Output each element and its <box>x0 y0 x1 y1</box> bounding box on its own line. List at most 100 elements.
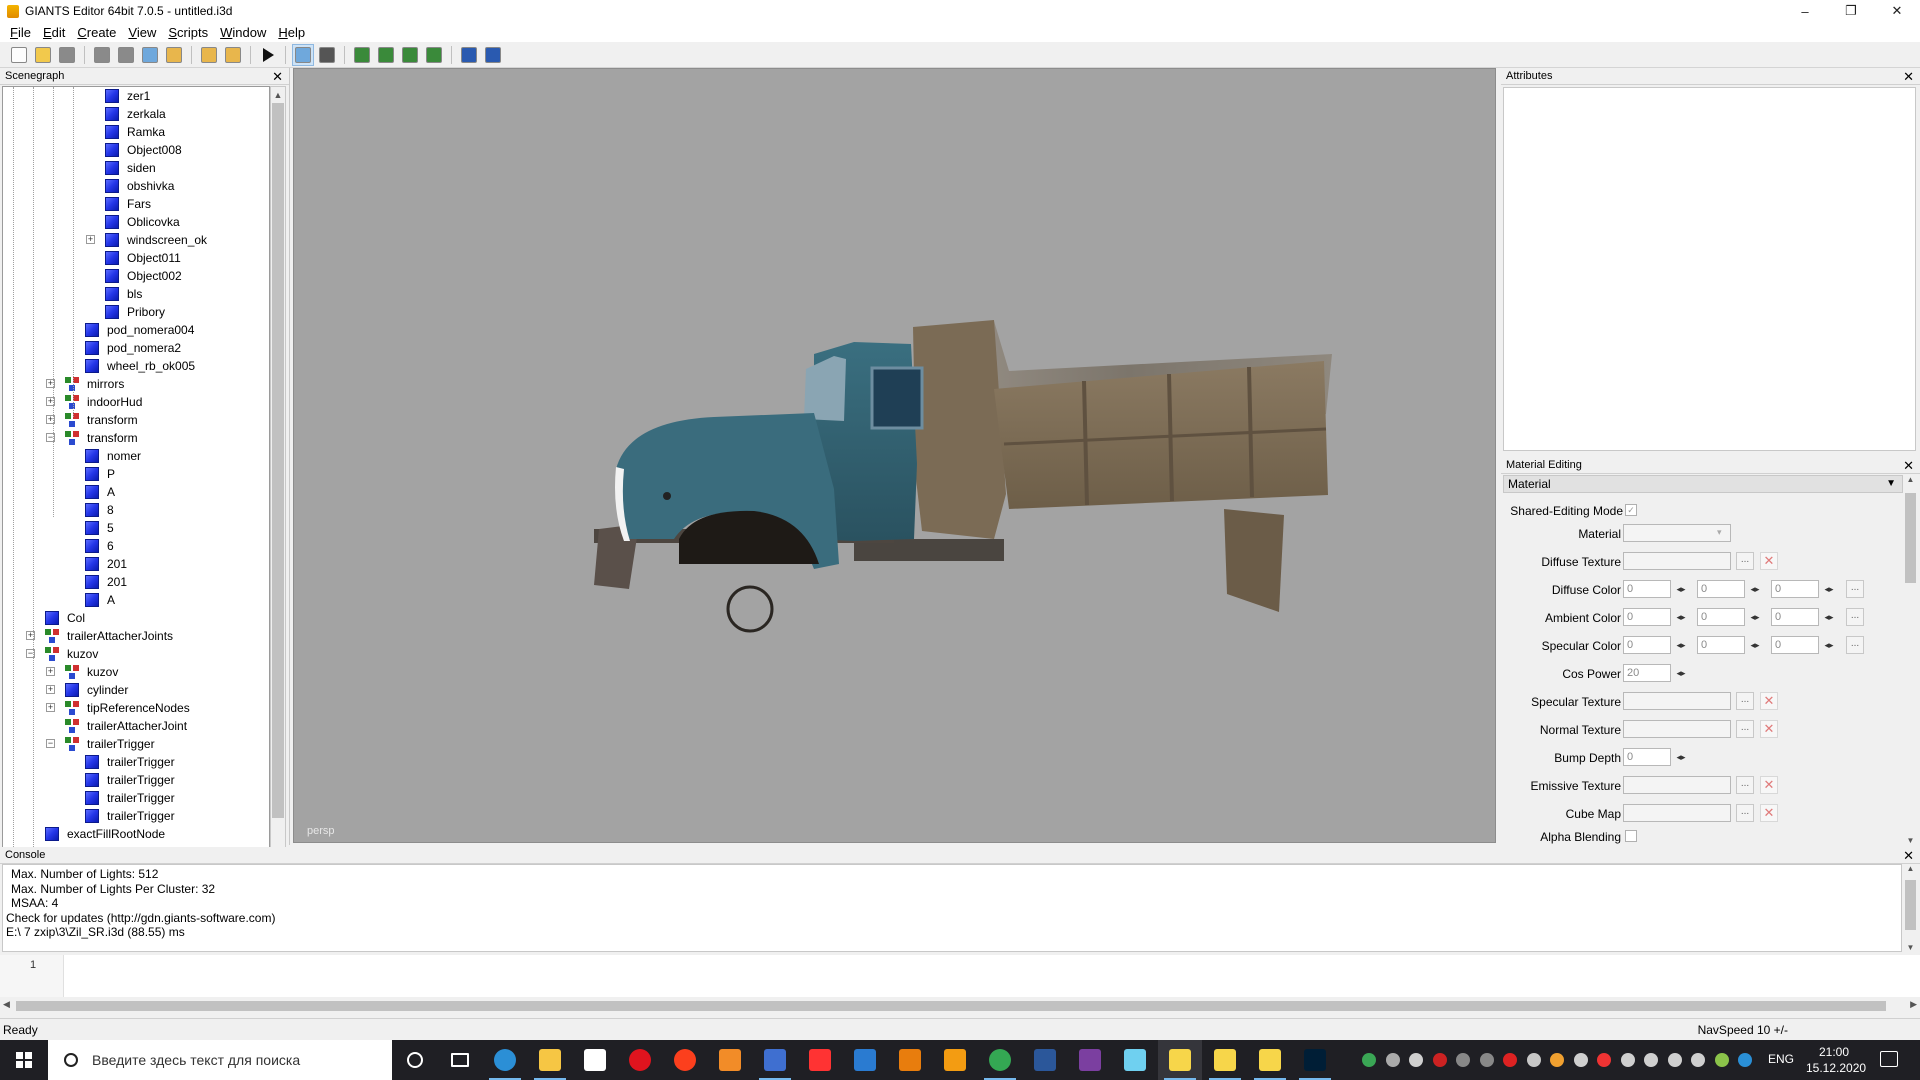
tree-node[interactable]: Oblicovka <box>105 213 180 231</box>
spin-arrows-icon[interactable]: ◂▸ <box>1673 748 1689 766</box>
tree-node[interactable]: A <box>85 591 115 609</box>
tree-node[interactable]: − trailerTrigger <box>46 735 155 753</box>
tree-node[interactable]: trailerTrigger <box>85 807 175 825</box>
taskbar-app-sticky-notes-3[interactable] <box>1248 1040 1292 1080</box>
taskbar-app-winrar[interactable] <box>1068 1040 1112 1080</box>
taskbar-app-sticky-notes-1[interactable] <box>1158 1040 1202 1080</box>
specular-texture-browse-button[interactable]: ... <box>1736 692 1754 710</box>
diffuse-color-channel-2[interactable]: 0 <box>1771 580 1819 598</box>
tree-node[interactable]: + tipReferenceNodes <box>46 699 190 717</box>
taskbar-app-task-view[interactable] <box>438 1040 482 1080</box>
maximize-button[interactable]: ❐ <box>1828 0 1874 22</box>
taskbar-app-cortana[interactable] <box>393 1040 437 1080</box>
scroll-down-icon[interactable]: ▼ <box>1903 943 1918 952</box>
normal-texture-field[interactable] <box>1623 720 1731 738</box>
tree-node[interactable]: pod_nomera004 <box>85 321 194 339</box>
taskbar-app-yandex[interactable] <box>663 1040 707 1080</box>
terrain-sculpt-button[interactable] <box>375 44 397 66</box>
tree-node[interactable]: obshivka <box>105 177 174 195</box>
tree-node[interactable]: wheel_rb_ok005 <box>85 357 195 375</box>
emissive-texture-remove-button[interactable]: ✕ <box>1760 776 1778 794</box>
close-window-button[interactable]: ✕ <box>1874 0 1920 22</box>
scroll-left-icon[interactable]: ◀ <box>3 999 10 1010</box>
tree-node[interactable]: A <box>85 483 115 501</box>
start-button[interactable] <box>0 1040 48 1080</box>
tree-node[interactable]: P <box>85 465 115 483</box>
tree-node[interactable]: Object008 <box>105 141 182 159</box>
menu-edit[interactable]: Edit <box>37 25 71 40</box>
tray-icon[interactable] <box>1573 1053 1588 1067</box>
collapse-icon[interactable]: − <box>46 739 55 748</box>
diffuse-color-channel-1[interactable]: 0 <box>1697 580 1745 598</box>
notification-icon[interactable] <box>1880 1051 1898 1067</box>
taskbar-app-floppy[interactable] <box>753 1040 797 1080</box>
scrollbar-thumb[interactable] <box>272 103 284 818</box>
tray-icon[interactable] <box>1503 1053 1517 1067</box>
save-file-button[interactable] <box>56 44 78 66</box>
spin-arrows-icon[interactable]: ◂▸ <box>1821 608 1837 626</box>
expand-icon[interactable]: + <box>46 685 55 694</box>
spin-arrows-icon[interactable]: ◂▸ <box>1673 636 1689 654</box>
spin-arrows-icon[interactable]: ◂▸ <box>1747 636 1763 654</box>
taskbar-app-chrome[interactable] <box>978 1040 1022 1080</box>
expand-icon[interactable]: + <box>86 235 95 244</box>
tree-node[interactable]: zer1 <box>105 87 150 105</box>
diffuse-texture-field[interactable] <box>1623 552 1731 570</box>
cube-map-browse-button[interactable]: ... <box>1736 804 1754 822</box>
tree-node[interactable]: trailerAttacherJoint <box>65 717 187 735</box>
ambient-color-channel-1[interactable]: 0 <box>1697 608 1745 626</box>
specular-texture-field[interactable] <box>1623 692 1731 710</box>
emissive-texture-browse-button[interactable]: ... <box>1736 776 1754 794</box>
open-file-button[interactable] <box>32 44 54 66</box>
scrollbar-thumb[interactable] <box>16 1001 1886 1011</box>
tree-node[interactable]: − transform <box>46 429 138 447</box>
minimize-button[interactable]: – <box>1782 0 1828 22</box>
spin-arrows-icon[interactable]: ◂▸ <box>1673 580 1689 598</box>
tray-icon[interactable] <box>1456 1053 1470 1067</box>
tree-node[interactable]: + cylinder <box>46 681 128 699</box>
tree-node[interactable]: + kuzov <box>46 663 118 681</box>
scroll-up-icon[interactable]: ▲ <box>1903 475 1918 484</box>
taskbar-app-media-player[interactable] <box>708 1040 752 1080</box>
plugins-button[interactable] <box>482 44 504 66</box>
expand-icon[interactable]: + <box>46 703 55 712</box>
tree-node[interactable]: − kuzov <box>26 645 98 663</box>
tree-node[interactable]: 5 <box>85 519 114 537</box>
specular-color-channel-2[interactable]: 0 <box>1771 636 1819 654</box>
scroll-up-icon[interactable]: ▲ <box>271 87 285 103</box>
3d-viewport[interactable]: persp <box>293 68 1496 843</box>
taskbar-search[interactable]: Введите здесь текст для поиска <box>48 1040 392 1080</box>
diffuse-texture-remove-button[interactable]: ✕ <box>1760 552 1778 570</box>
tree-node[interactable]: 8 <box>85 501 114 519</box>
tray-icon[interactable] <box>1550 1053 1564 1067</box>
console-input[interactable]: 1 <box>0 955 1920 997</box>
scrollbar-thumb[interactable] <box>1905 493 1916 583</box>
clock[interactable]: 21:00 15.12.2020 <box>1806 1044 1866 1076</box>
emissive-texture-field[interactable] <box>1623 776 1731 794</box>
tray-icon[interactable] <box>1691 1053 1705 1067</box>
spin-arrows-icon[interactable]: ◂▸ <box>1673 664 1689 682</box>
tree-node[interactable]: nomer <box>85 447 141 465</box>
diffuse-color-channel-0[interactable]: 0 <box>1623 580 1671 598</box>
taskbar-app-store[interactable] <box>573 1040 617 1080</box>
tree-node[interactable]: trailerTrigger <box>85 789 175 807</box>
tree-node[interactable]: 201 <box>85 555 127 573</box>
tree-node[interactable]: Object011 <box>105 249 181 267</box>
taskbar-app-opera[interactable] <box>618 1040 662 1080</box>
specular-texture-remove-button[interactable]: ✕ <box>1760 692 1778 710</box>
menu-window[interactable]: Window <box>214 25 272 40</box>
tree-node[interactable]: pod_nomera2 <box>85 339 181 357</box>
taskbar-app-mail[interactable] <box>843 1040 887 1080</box>
spin-arrows-icon[interactable]: ◂▸ <box>1821 636 1837 654</box>
menu-file[interactable]: File <box>4 25 37 40</box>
bump-depth-field[interactable]: 0 <box>1623 748 1671 766</box>
play-button[interactable] <box>257 44 279 66</box>
alpha-blending-checkbox[interactable] <box>1625 830 1637 842</box>
terrain-paint-button[interactable] <box>351 44 373 66</box>
material-scrollbar[interactable]: ▲ ▼ <box>1903 475 1918 845</box>
undo-button[interactable] <box>198 44 220 66</box>
taskbar-app-notepad[interactable] <box>1113 1040 1157 1080</box>
menu-scripts[interactable]: Scripts <box>162 25 214 40</box>
tree-node[interactable]: Object002 <box>105 267 182 285</box>
material-editing-close-icon[interactable]: ✕ <box>1903 457 1914 474</box>
